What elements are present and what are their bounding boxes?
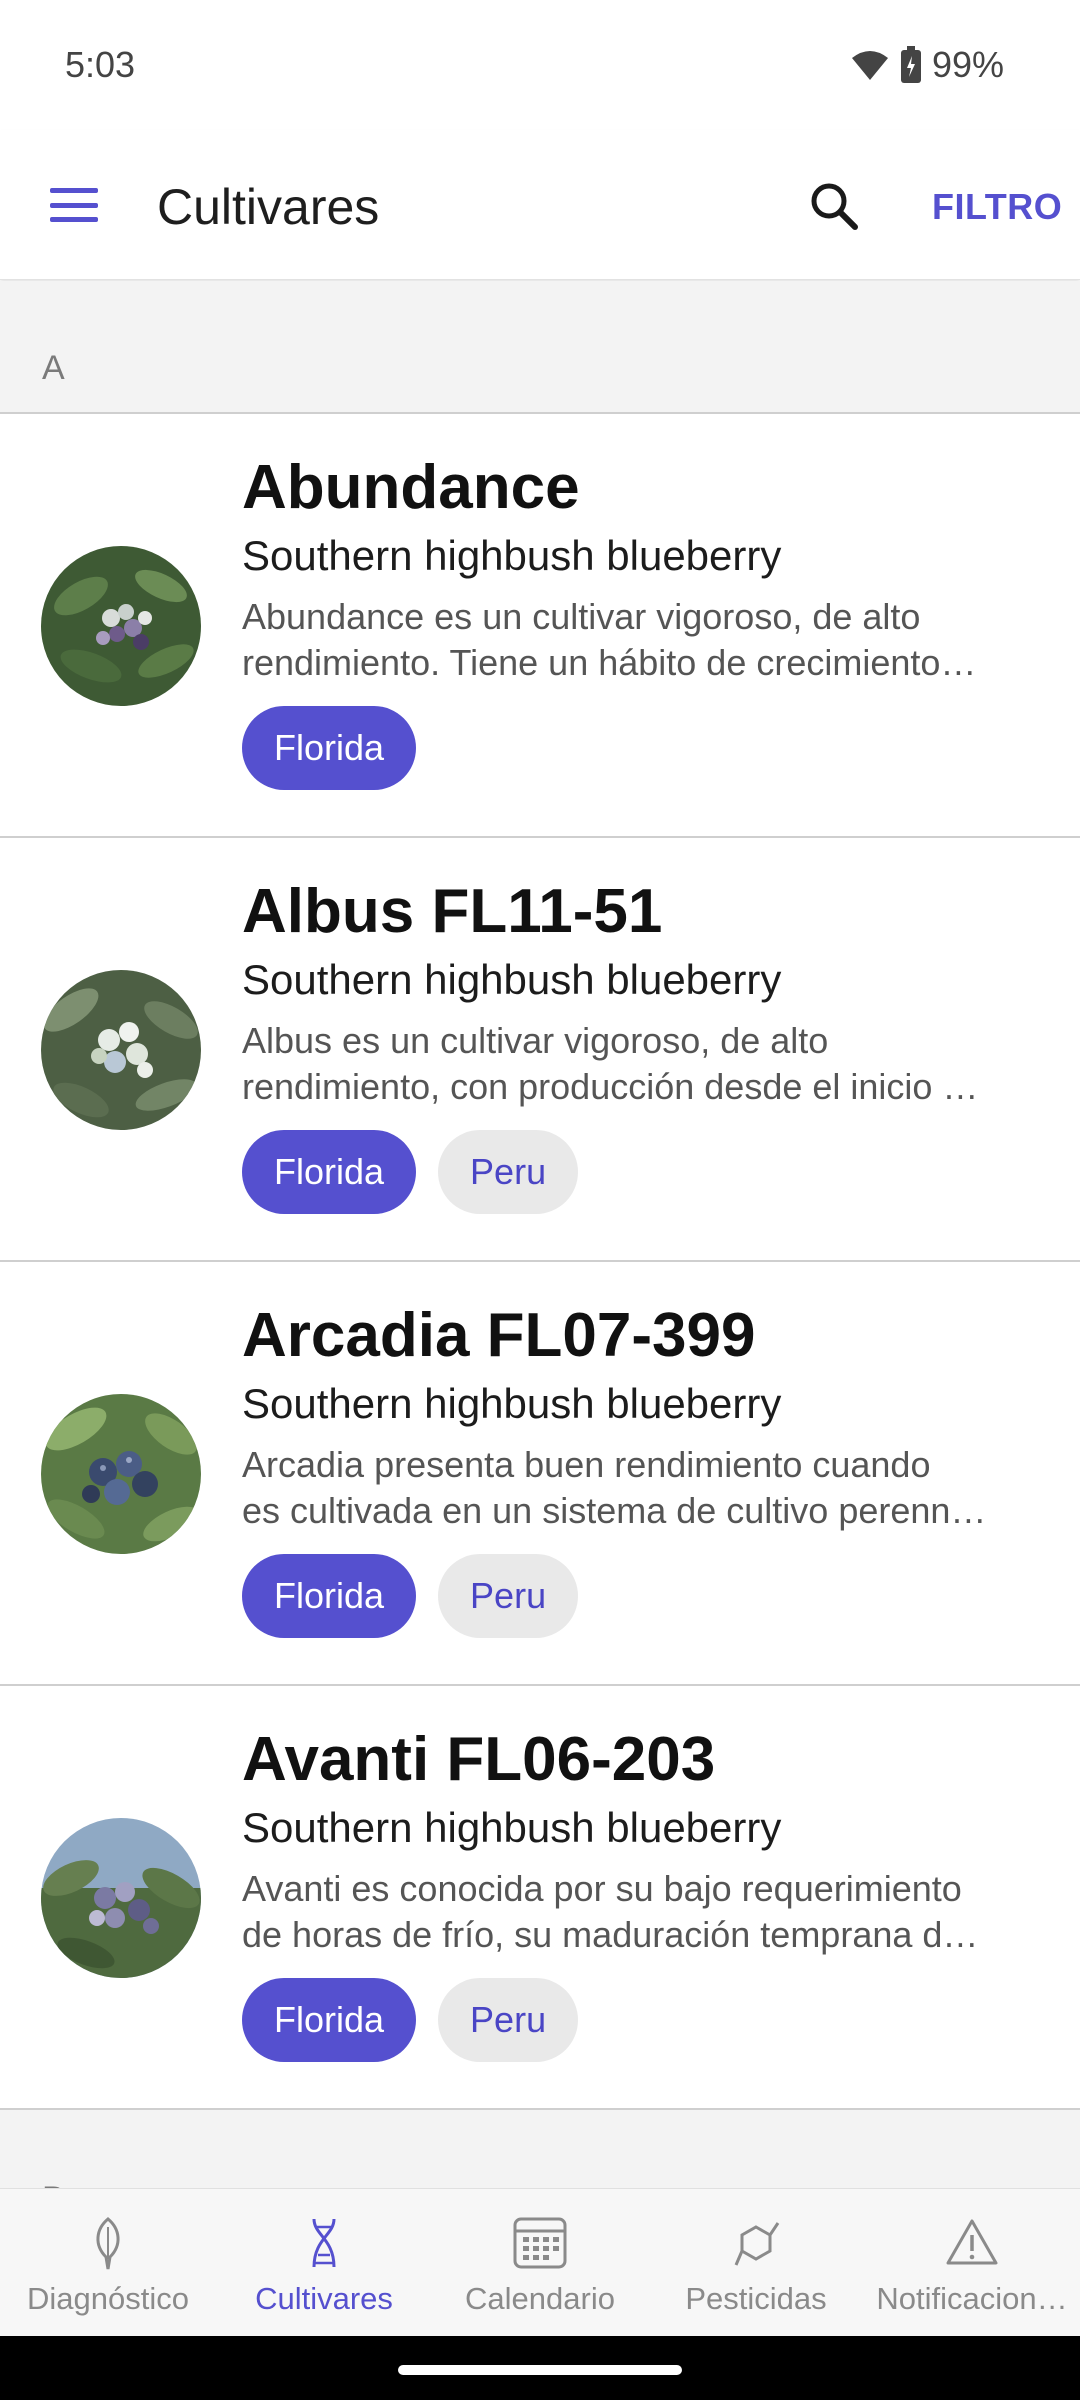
- nav-label: Calendario: [465, 2281, 615, 2316]
- tag-florida[interactable]: Florida: [242, 1130, 417, 1214]
- nav-label: Pesticidas: [685, 2281, 827, 2316]
- list-item[interactable]: Avanti FL06-203 Southern highbush bluebe…: [0, 1686, 1080, 2110]
- cultivar-species: Southern highbush blueberry: [242, 532, 782, 579]
- nav-item-cultivares[interactable]: Cultivares: [216, 2189, 432, 2336]
- cultivar-species: Southern highbush blueberry: [242, 1380, 782, 1427]
- menu-icon-line: [50, 202, 98, 208]
- nav-item-notificaciones[interactable]: Notificacion…: [864, 2189, 1080, 2336]
- home-gesture-handle[interactable]: [398, 2365, 682, 2375]
- cultivar-description: Avanti es conocida por su bajo requerimi…: [242, 1866, 1042, 1958]
- tag-peru[interactable]: Peru: [438, 1554, 579, 1638]
- menu-button[interactable]: [44, 180, 104, 230]
- region-tags: Florida: [242, 706, 417, 790]
- status-indicators: 99%: [850, 44, 1004, 86]
- cultivar-thumbnail: [41, 1394, 201, 1554]
- warning-icon: [946, 2219, 998, 2265]
- nav-label: Cultivares: [255, 2281, 393, 2316]
- menu-icon: [50, 188, 98, 193]
- region-tags: Florida Peru: [242, 1978, 579, 2062]
- cultivar-description: Arcadia presenta buen rendimiento cuando…: [242, 1442, 1042, 1534]
- cultivar-thumbnail: [41, 970, 201, 1130]
- description-line: Abundance es un cultivar vigoroso, de al…: [242, 596, 921, 637]
- cultivar-list[interactable]: A Abundance Southern highbush blueberry: [0, 281, 1080, 2188]
- description-line: es cultivada en un sistema de cultivo pe…: [242, 1490, 987, 1531]
- cultivar-description: Abundance es un cultivar vigoroso, de al…: [242, 594, 1042, 686]
- tag-florida[interactable]: Florida: [242, 1978, 417, 2062]
- cultivar-species: Southern highbush blueberry: [242, 956, 782, 1003]
- list-item[interactable]: Abundance Southern highbush blueberry Ab…: [0, 414, 1080, 838]
- nav-label: Notificacion…: [876, 2281, 1068, 2316]
- section-letter: A: [42, 349, 65, 387]
- system-navigation-bar: [0, 2336, 1080, 2400]
- nav-label: Diagnóstico: [27, 2281, 189, 2316]
- cultivar-species: Southern highbush blueberry: [242, 1804, 782, 1851]
- calendar-icon: [513, 2217, 567, 2269]
- page-title: Cultivares: [157, 179, 380, 235]
- description-line: Albus es un cultivar vigoroso, de alto: [242, 1020, 829, 1061]
- description-line: Arcadia presenta buen rendimiento cuando: [242, 1444, 931, 1485]
- battery-icon: [900, 46, 921, 83]
- description-line: rendimiento. Tiene un hábito de crecimie…: [242, 642, 977, 683]
- cultivar-name: Avanti FL06-203: [242, 1725, 716, 1794]
- description-line: de horas de frío, su maduración temprana…: [242, 1914, 979, 1955]
- region-tags: Florida Peru: [242, 1130, 579, 1214]
- bottom-navigation: Diagnóstico Cultivares Calendario Pestic…: [0, 2188, 1080, 2336]
- cultivar-thumbnail: [41, 546, 201, 706]
- menu-icon-line: [50, 217, 98, 222]
- region-tags: Florida Peru: [242, 1554, 579, 1638]
- cultivar-description: Albus es un cultivar vigoroso, de alto r…: [242, 1018, 1042, 1110]
- app-bar: Cultivares FILTRO: [0, 130, 1080, 280]
- cultivar-name: Albus FL11-51: [242, 877, 663, 946]
- cultivar-name: Abundance: [242, 453, 580, 522]
- search-icon[interactable]: [805, 177, 865, 237]
- section-letter: B: [42, 2180, 65, 2188]
- description-line: Avanti es conocida por su bajo requerimi…: [242, 1868, 962, 1909]
- tag-florida[interactable]: Florida: [242, 706, 417, 790]
- tag-florida[interactable]: Florida: [242, 1554, 417, 1638]
- tag-peru[interactable]: Peru: [438, 1978, 579, 2062]
- battery-level: 99%: [931, 44, 1004, 85]
- section-header: B: [0, 2110, 1080, 2188]
- list-item[interactable]: Arcadia FL07-399 Southern highbush blueb…: [0, 1262, 1080, 1686]
- section-header: A: [0, 281, 1080, 414]
- molecule-icon: [734, 2222, 780, 2266]
- list-item[interactable]: Albus FL11-51 Southern highbush blueberr…: [0, 838, 1080, 1262]
- status-time: 5:03: [65, 44, 136, 85]
- description-line: rendimiento, con producción desde el ini…: [242, 1066, 979, 1107]
- nav-item-pesticidas[interactable]: Pesticidas: [648, 2189, 864, 2336]
- nav-item-calendario[interactable]: Calendario: [432, 2189, 648, 2336]
- cultivar-name: Arcadia FL07-399: [242, 1301, 756, 1370]
- filter-button[interactable]: FILTRO: [932, 186, 1062, 228]
- dna-icon: [312, 2218, 336, 2268]
- wifi-icon: [851, 51, 888, 80]
- leaf-icon: [96, 2217, 120, 2270]
- status-bar: 5:03 99%: [0, 0, 1080, 130]
- nav-item-diagnostico[interactable]: Diagnóstico: [0, 2189, 216, 2336]
- tag-peru[interactable]: Peru: [438, 1130, 579, 1214]
- cultivar-thumbnail: [41, 1818, 201, 1978]
